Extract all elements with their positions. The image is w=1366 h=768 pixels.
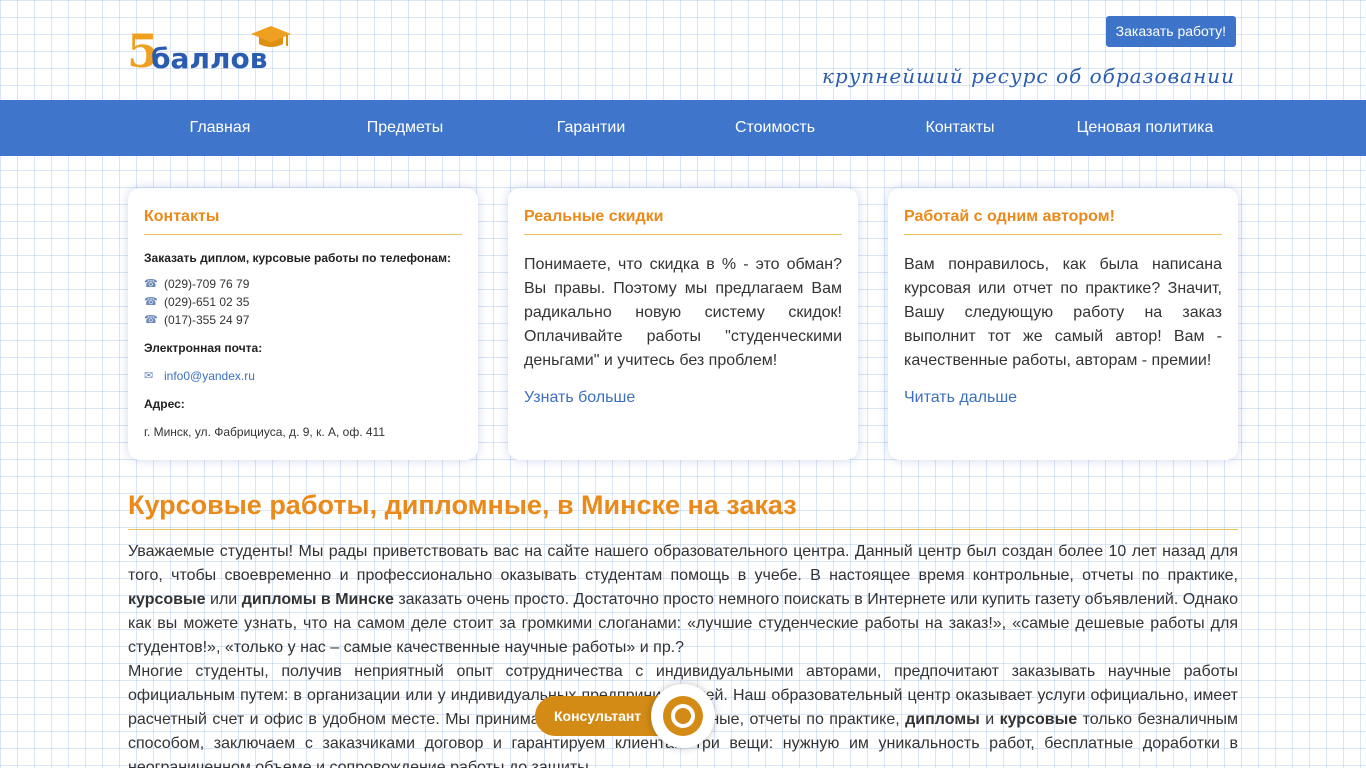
- phone-icon: ☎: [144, 277, 158, 290]
- page-title: Курсовые работы, дипломные, в Минске на …: [128, 490, 1238, 530]
- phone-item: ☎ (029)-651 02 35: [144, 293, 462, 311]
- learn-more-link[interactable]: Узнать больше: [524, 389, 635, 407]
- phone-number: (017)-355 24 97: [164, 313, 250, 327]
- text-segment: и: [979, 711, 1000, 728]
- text-segment: Уважаемые студенты! Мы рады приветствова…: [128, 543, 1238, 584]
- phone-list: ☎ (029)-709 76 79 ☎ (029)-651 02 35 ☎ (017)…: [144, 275, 462, 329]
- nav-item-price-policy[interactable]: Ценовая политика: [1060, 100, 1230, 156]
- bold-term: курсовые: [999, 711, 1078, 728]
- nav-item-cost[interactable]: Стоимость: [695, 100, 855, 156]
- header: 5 баллов Заказать работу! крупнейший рес…: [0, 0, 1366, 100]
- order-work-button[interactable]: Заказать работу!: [1105, 16, 1236, 47]
- consultant-label: Консультант: [554, 708, 642, 724]
- nav-item-contacts[interactable]: Контакты: [880, 100, 1040, 156]
- bold-term: дипломы: [905, 711, 980, 728]
- address-label: Адрес:: [144, 397, 185, 411]
- author-card-text: Вам понравилось, как была написана курсо…: [904, 256, 1222, 369]
- paragraph-1: Уважаемые студенты! Мы рады приветствова…: [128, 540, 1238, 660]
- read-more-link[interactable]: Читать дальше: [904, 389, 1017, 407]
- nav-item-guarantees[interactable]: Гарантии: [511, 100, 671, 156]
- phone-item: ☎ (017)-355 24 97: [144, 311, 462, 329]
- nav-item-subjects[interactable]: Предметы: [325, 100, 485, 156]
- phone-number: (029)-709 76 79: [164, 277, 250, 291]
- bold-term: дипломы в Минске: [241, 591, 394, 608]
- phones-label: Заказать диплом, курсовые работы по теле…: [144, 251, 451, 265]
- phone-number: (029)-651 02 35: [164, 295, 250, 309]
- chat-ring-icon: [663, 696, 703, 736]
- graduation-cap-icon: [251, 26, 291, 47]
- envelope-icon: ✉: [144, 369, 154, 382]
- author-card-title: Работай с одним автором!: [904, 208, 1222, 235]
- email-label: Электронная почта:: [144, 341, 263, 355]
- text-segment: или: [205, 591, 242, 608]
- main-nav: Главная Предметы Гарантии Стоимость Конт…: [0, 100, 1366, 156]
- bold-term: курсовые: [128, 591, 206, 608]
- consultant-button[interactable]: Консультант: [535, 684, 715, 748]
- slogan: крупнейший ресурс об образовании: [821, 64, 1235, 88]
- author-card: Работай с одним автором! Вам понравилось…: [888, 188, 1238, 460]
- contacts-card: Контакты Заказать диплом, курсовые работ…: [128, 188, 478, 460]
- contacts-card-title: Контакты: [144, 208, 462, 235]
- email-link[interactable]: info0@yandex.ru: [164, 369, 255, 383]
- phone-icon: ☎: [144, 295, 158, 308]
- discounts-card: Реальные скидки Понимаете, что скидка в …: [508, 188, 858, 460]
- email-line: ✉ info0@yandex.ru: [144, 369, 462, 383]
- phone-icon: ☎: [144, 313, 158, 326]
- discounts-card-text: Понимаете, что скидка в % - это обман? В…: [524, 256, 842, 369]
- chat-circle-icon[interactable]: [651, 684, 715, 748]
- discounts-card-title: Реальные скидки: [524, 208, 842, 235]
- phone-item: ☎ (029)-709 76 79: [144, 275, 462, 293]
- nav-item-home[interactable]: Главная: [140, 100, 300, 156]
- site-logo[interactable]: 5 баллов: [127, 24, 292, 80]
- address-text: г. Минск, ул. Фабрициуса, д. 9, к. А, оф…: [144, 425, 386, 439]
